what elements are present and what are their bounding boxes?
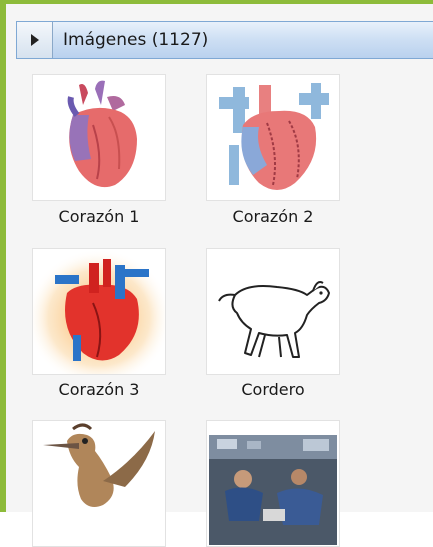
image-label: Corazón 1 — [58, 207, 140, 226]
heart-anatomy-icon — [33, 249, 165, 374]
astronauts-photo-icon — [209, 435, 337, 545]
clip-art-panel: Imágenes (1127) Corazón 1 Corazón 2 Cora… — [0, 0, 433, 547]
lamb-icon — [218, 281, 330, 358]
image-label: Corazón 2 — [232, 207, 314, 226]
image-thumbnail-corazon-3[interactable] — [32, 248, 166, 375]
image-label: Cordero — [241, 380, 305, 399]
image-thumbnail-cordero[interactable] — [206, 248, 340, 375]
expand-toggle-button[interactable] — [17, 22, 53, 58]
images-section-title: Imágenes (1127) — [63, 30, 209, 50]
image-thumbnail-astronautas[interactable] — [206, 420, 340, 547]
image-label: Corazón 3 — [58, 380, 140, 399]
image-thumbnail-correcaminos[interactable] — [32, 420, 166, 547]
heart-anatomy-icon — [67, 80, 137, 188]
images-section-header[interactable]: Imágenes (1127) — [16, 21, 433, 59]
triangle-right-icon — [31, 34, 39, 46]
roadrunner-icon — [43, 423, 155, 507]
image-thumbnail-corazon-1[interactable] — [32, 74, 166, 201]
heart-anatomy-icon — [219, 83, 329, 190]
image-thumbnail-corazon-2[interactable] — [206, 74, 340, 201]
